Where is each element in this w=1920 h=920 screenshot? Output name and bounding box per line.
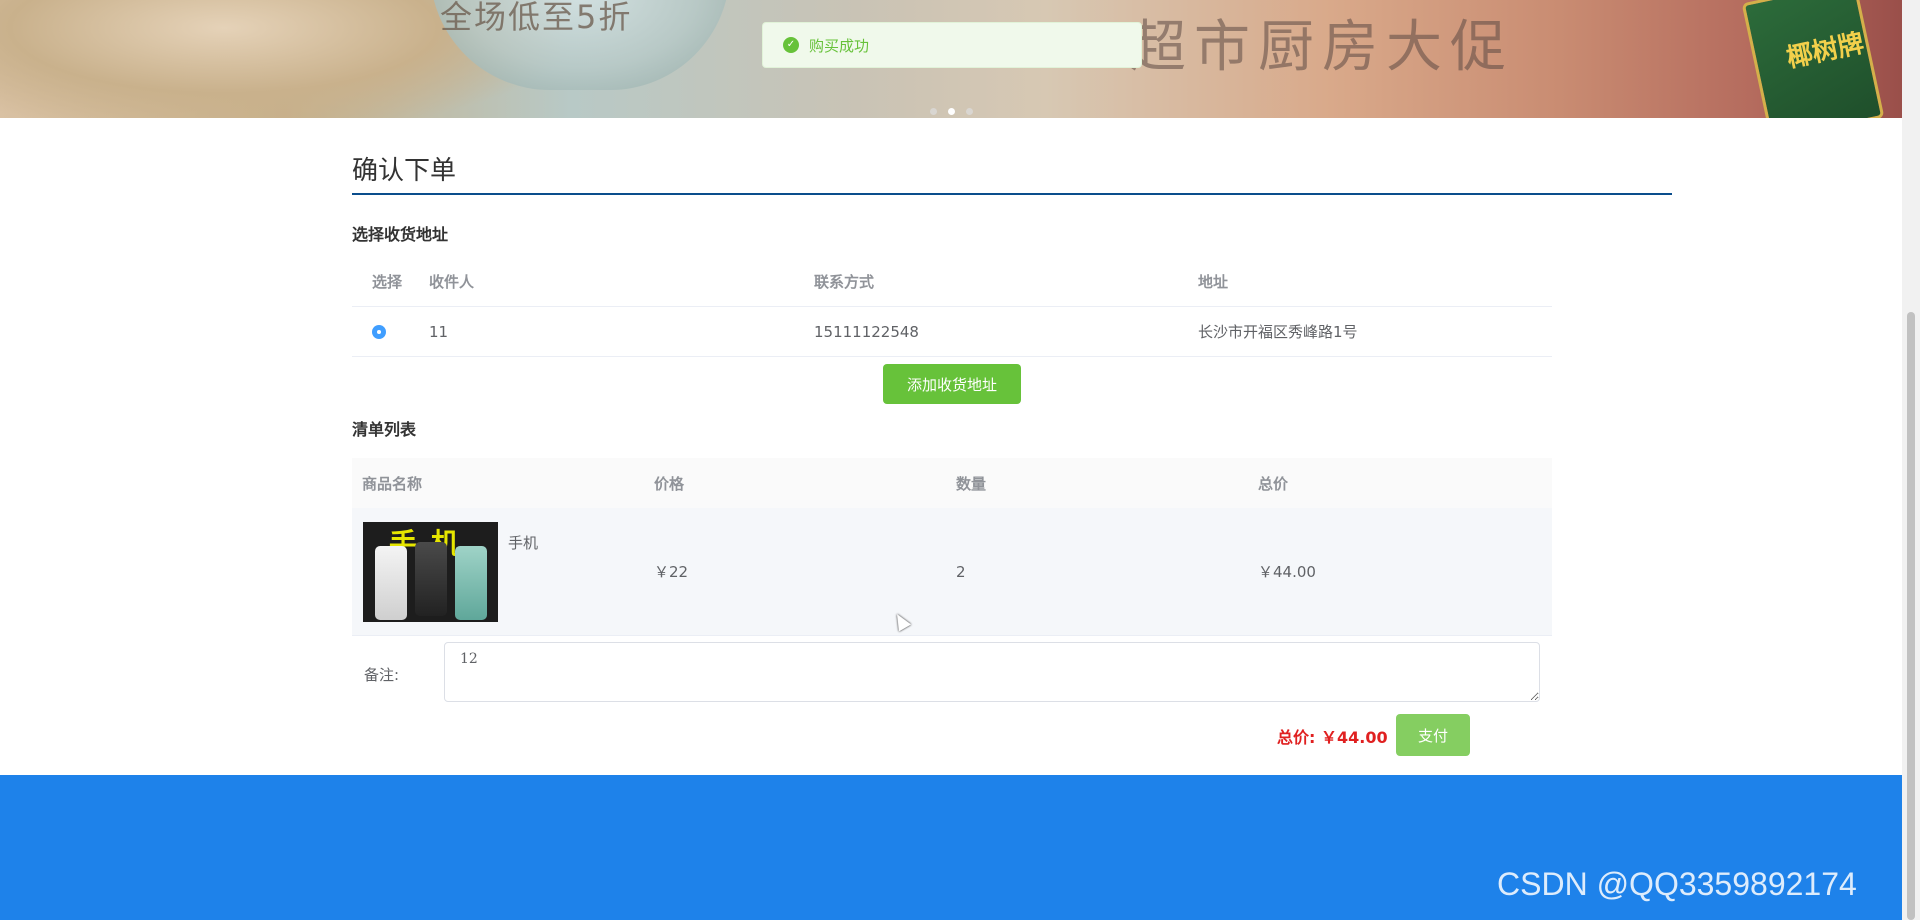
list-section-title: 清单列表 (352, 420, 417, 439)
address-table: 选择 收件人 联系方式 地址 11 15111122548 长沙市开福区秀峰路1… (352, 256, 1552, 357)
col-price: 价格 (653, 458, 955, 508)
phone-white (375, 545, 407, 620)
banner-slogan-right: 超市厨房大促 (1130, 15, 1514, 80)
col-address: 地址 (1197, 256, 1552, 307)
watermark-text: CSDN @QQ3359892174 (1497, 866, 1857, 902)
address-section-title: 选择收货地址 (352, 225, 449, 244)
address-row[interactable]: 11 15111122548 长沙市开福区秀峰路1号 (352, 306, 1552, 357)
phone-cell: 15111122548 (813, 306, 1197, 357)
check-circle-icon: ✓ (783, 37, 799, 53)
goods-row: 手机 手机 ￥22 2 ￥44.00 (352, 508, 1552, 636)
goods-table-header: 商品名称 价格 数量 总价 (352, 458, 1552, 508)
add-address-button[interactable]: 添加收货地址 (883, 364, 1021, 404)
col-total: 总价 (1257, 458, 1552, 508)
banner-product-image: 椰树牌 (1741, 0, 1885, 118)
banner-slogan-left: 全场低至5折 (440, 0, 633, 36)
col-product-name: 商品名称 (352, 458, 653, 508)
product-name: 手机 (508, 533, 539, 552)
carousel-dot[interactable] (966, 108, 974, 115)
success-toast: ✓ 购买成功 (762, 22, 1142, 68)
address-radio-cell[interactable] (352, 306, 428, 357)
carousel-dot[interactable] (930, 108, 937, 115)
order-total: 总价: ￥44.00 (1277, 728, 1388, 747)
carousel-indicators (930, 100, 979, 118)
col-quantity: 数量 (955, 458, 1257, 508)
phone-green (455, 545, 487, 620)
remark-textarea[interactable]: 12 (444, 642, 1540, 702)
scrollbar-thumb[interactable] (1907, 312, 1915, 920)
remark-label: 备注: (364, 666, 400, 684)
page-title: 确认下单 (352, 118, 1672, 195)
recipient-cell: 11 (428, 306, 813, 357)
product-image: 手机 (363, 521, 498, 622)
subtotal-cell: ￥44.00 (1257, 508, 1552, 636)
phone-black (415, 541, 447, 616)
product-cell: 手机 手机 (352, 508, 653, 636)
banner-bag-text: 椰树牌 (1784, 28, 1867, 75)
carousel-dot-active[interactable] (948, 108, 956, 115)
pay-button[interactable]: 支付 (1396, 714, 1470, 756)
price-cell: ￥22 (653, 508, 955, 636)
address-cell: 长沙市开福区秀峰路1号 (1197, 306, 1552, 357)
address-radio[interactable] (372, 325, 386, 339)
quantity-cell: 2 (955, 508, 1257, 636)
col-recipient: 收件人 (428, 256, 813, 307)
col-contact: 联系方式 (813, 256, 1197, 307)
col-select: 选择 (352, 256, 428, 307)
address-table-header: 选择 收件人 联系方式 地址 (352, 256, 1552, 307)
goods-table: 商品名称 价格 数量 总价 手机 手机 ￥22 2 ￥44.00 (352, 458, 1552, 636)
toast-message: 购买成功 (809, 36, 870, 55)
order-confirm-panel: 确认下单 选择收货地址 选择 收件人 联系方式 地址 11 1511112254… (352, 118, 1672, 756)
